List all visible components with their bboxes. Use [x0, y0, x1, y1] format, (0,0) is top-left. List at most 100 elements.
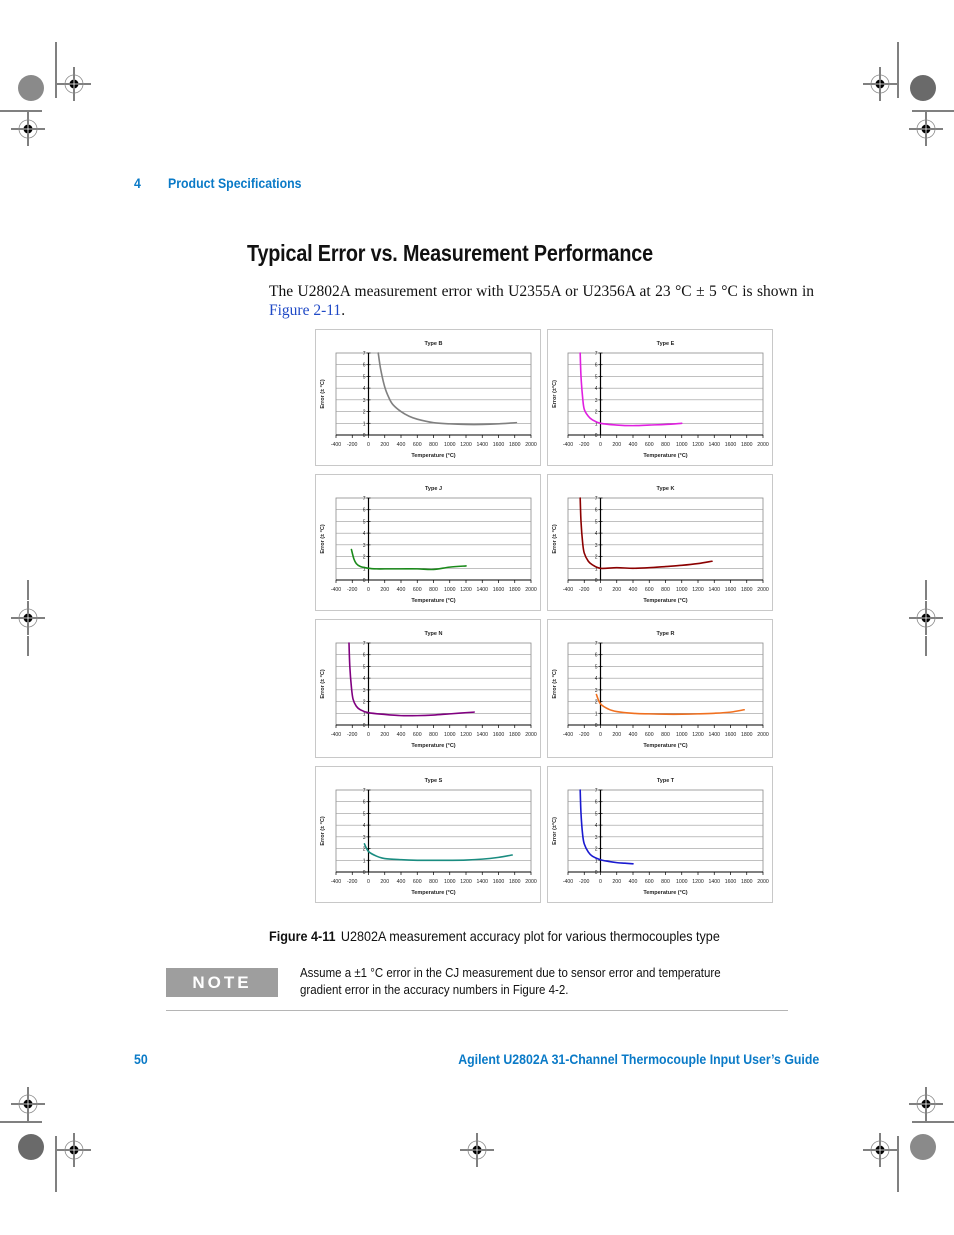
- y-tick-label: 5: [363, 811, 366, 817]
- y-tick-label: 4: [595, 531, 598, 537]
- x-tick-label: 1400: [708, 442, 720, 448]
- x-tick-label: -200: [347, 587, 357, 593]
- y-tick-label: 5: [363, 519, 366, 525]
- x-tick-label: 1000: [444, 732, 456, 738]
- x-tick-label: 2000: [525, 732, 537, 738]
- chart-type-k: 01234567-400 -200 0 200 400 600 800 1000 1200 140…: [547, 474, 773, 611]
- y-tick-label: 7: [363, 641, 366, 647]
- y-tick-label: 6: [595, 508, 598, 514]
- x-tick-label: 0: [599, 879, 602, 885]
- y-tick-label: 7: [363, 351, 366, 357]
- note-badge: NOTE: [166, 968, 278, 997]
- y-tick-label: 5: [595, 664, 598, 670]
- chart-type-j: 01234567-400 -200 0 200 400 600 800 1000 1200 140…: [315, 474, 541, 611]
- y-tick-label: 3: [595, 398, 598, 404]
- y-tick-label: 0: [363, 723, 366, 729]
- y-tick-label: 6: [363, 653, 366, 659]
- x-tick-label: 0: [367, 587, 370, 593]
- x-tick-label: 1000: [676, 879, 688, 885]
- note-text: Assume a ±1 °C error in the CJ measureme…: [300, 966, 721, 997]
- y-tick-label: 4: [363, 676, 366, 682]
- x-tick-label: 200: [380, 442, 389, 448]
- x-tick-label: 1200: [692, 442, 704, 448]
- x-tick-label: 0: [367, 442, 370, 448]
- x-tick-label: 2000: [525, 879, 537, 885]
- x-tick-label: 2000: [525, 587, 537, 593]
- x-tick-label: 1200: [692, 879, 704, 885]
- x-tick-label: 1400: [476, 442, 488, 448]
- x-tick-label: 200: [380, 732, 389, 738]
- x-tick-label: 0: [599, 587, 602, 593]
- y-tick-label: 0: [363, 433, 366, 439]
- x-tick-label: 800: [661, 442, 670, 448]
- y-tick-label: 1: [363, 421, 366, 427]
- y-tick-label: 5: [595, 374, 598, 380]
- x-tick-label: 400: [629, 587, 638, 593]
- x-tick-label: 1200: [692, 587, 704, 593]
- x-tick-label: 400: [629, 442, 638, 448]
- x-tick-label: 1400: [476, 587, 488, 593]
- x-tick-label: 800: [429, 879, 438, 885]
- y-tick-label: 3: [363, 688, 366, 694]
- x-tick-label: 400: [397, 879, 406, 885]
- x-axis-label: Temperature (°C): [411, 453, 455, 459]
- x-axis-label: Temperature (°C): [643, 453, 687, 459]
- x-tick-label: -400: [563, 442, 573, 448]
- x-tick-label: 200: [612, 442, 621, 448]
- figure-caption: Figure 4-11 U2802A measurement accuracy p…: [269, 928, 720, 944]
- y-tick-label: 2: [595, 847, 598, 853]
- y-axis-label: Error (± °C): [320, 379, 326, 409]
- x-tick-label: 1000: [676, 587, 688, 593]
- x-tick-label: -200: [347, 442, 357, 448]
- x-tick-label: 1600: [725, 732, 737, 738]
- y-tick-label: 7: [363, 788, 366, 794]
- x-tick-label: 2000: [757, 587, 769, 593]
- x-tick-label: 1800: [741, 732, 753, 738]
- x-tick-label: 1200: [460, 879, 472, 885]
- x-tick-label: 1200: [460, 732, 472, 738]
- y-tick-label: 2: [363, 410, 366, 416]
- chart-title: Type E: [657, 341, 675, 347]
- chart-title: Type J: [425, 486, 442, 492]
- x-tick-label: 200: [612, 587, 621, 593]
- x-tick-label: 1000: [444, 442, 456, 448]
- x-tick-label: 1600: [493, 732, 505, 738]
- x-tick-label: -400: [563, 587, 573, 593]
- x-tick-label: 1800: [509, 587, 521, 593]
- x-tick-label: 1800: [509, 879, 521, 885]
- x-tick-label: 1600: [493, 587, 505, 593]
- x-tick-label: 0: [599, 442, 602, 448]
- y-tick-label: 4: [363, 823, 366, 829]
- y-tick-label: 3: [595, 688, 598, 694]
- x-tick-label: 800: [429, 587, 438, 593]
- y-tick-label: 0: [595, 433, 598, 439]
- y-tick-label: 4: [363, 531, 366, 537]
- x-tick-label: 2000: [525, 442, 537, 448]
- chart-title: Type T: [657, 778, 675, 784]
- y-tick-label: 6: [363, 800, 366, 806]
- chart-title: Type B: [425, 341, 443, 347]
- x-tick-label: 1400: [476, 879, 488, 885]
- x-axis-label: Temperature (°C): [411, 890, 455, 896]
- y-tick-label: 1: [595, 711, 598, 717]
- x-tick-label: -200: [347, 732, 357, 738]
- x-axis-label: Temperature (°C): [411, 743, 455, 749]
- y-tick-label: 6: [363, 363, 366, 369]
- x-tick-label: -400: [563, 732, 573, 738]
- x-tick-label: 400: [397, 587, 406, 593]
- x-tick-label: 1000: [444, 879, 456, 885]
- x-tick-label: 2000: [757, 879, 769, 885]
- y-tick-label: 4: [595, 386, 598, 392]
- x-tick-label: 1800: [741, 587, 753, 593]
- y-tick-label: 6: [595, 800, 598, 806]
- y-axis-label: Error (± °C): [552, 669, 558, 699]
- x-tick-label: 2000: [757, 442, 769, 448]
- y-tick-label: 3: [363, 835, 366, 841]
- x-tick-label: 1000: [676, 732, 688, 738]
- x-tick-label: 1200: [460, 587, 472, 593]
- x-tick-label: 800: [661, 587, 670, 593]
- chart-title: Type S: [425, 778, 443, 784]
- x-tick-label: 600: [413, 587, 422, 593]
- x-tick-label: 800: [429, 442, 438, 448]
- x-tick-label: -200: [579, 732, 589, 738]
